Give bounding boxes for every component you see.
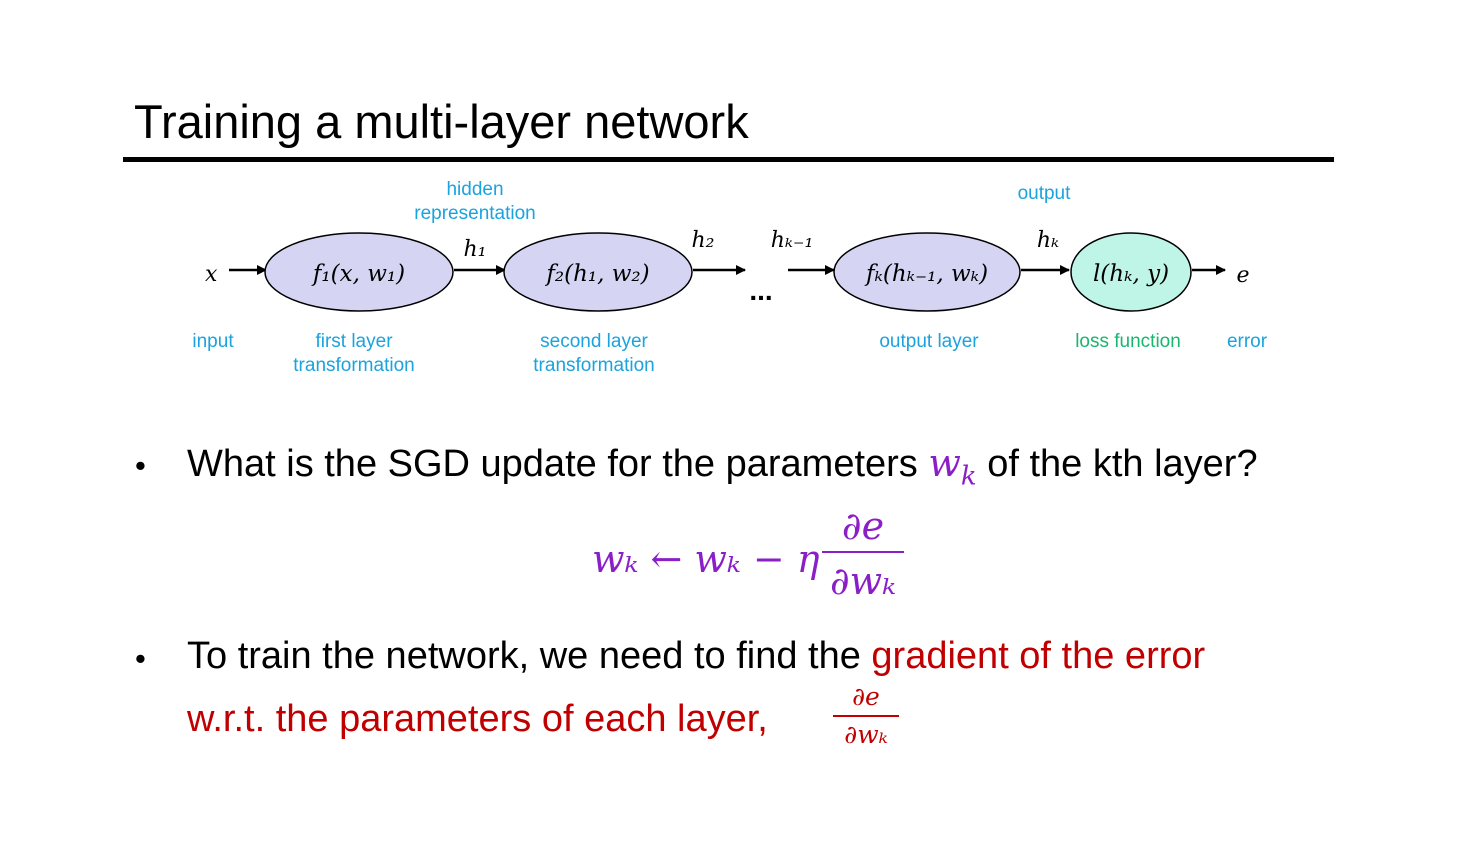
inline-gradient-fraction: ∂e ∂wₖ (833, 682, 899, 750)
edge-label-h1: h₁ (464, 237, 487, 262)
edge-label-hK-minus-1: hₖ₋₁ (771, 228, 814, 253)
bullet-1-text: What is the SGD update for the parameter… (187, 432, 1258, 508)
equation-fraction-bar (822, 551, 904, 553)
caption-f1-line2: transformation (293, 355, 414, 376)
equation-denominator: ∂wₖ (829, 559, 897, 603)
bullet-2-line-2: w.r.t. the parameters of each layer, (187, 698, 768, 740)
bullet-2-red-1: gradient of the error (871, 635, 1206, 677)
bullet-1-var: wk (928, 441, 977, 492)
bullet-1-post: of the kth layer? (976, 443, 1258, 485)
equation-fraction: ∂e ∂wₖ (822, 505, 904, 605)
edge-label-hK: hₖ (1037, 228, 1059, 253)
caption-input: input (192, 331, 234, 352)
caption-hidden-line1: hidden (446, 179, 503, 200)
input-symbol: x (205, 262, 218, 287)
formula-f2: f₂(h₁, w₂) (544, 261, 649, 287)
sgd-update-equation: wₖ ← wₖ − η ∂e ∂wₖ (592, 505, 922, 615)
caption-loss-function: loss function (1075, 331, 1181, 352)
formula-f1: f₁(x, w₁) (311, 261, 405, 287)
caption-hidden-line2: representation (414, 203, 535, 224)
bullet-1-pre: What is the SGD update for the parameter… (187, 443, 929, 485)
caption-f1-line1: first layer (315, 331, 393, 352)
caption-f2-line1: second layer (540, 331, 648, 352)
equation-numerator: ∂e (841, 504, 885, 548)
error-symbol: e (1236, 263, 1249, 288)
formula-loss: l(hₖ, y) (1093, 261, 1169, 287)
bullet-marker-1: • (135, 448, 146, 483)
bullet-marker-2: • (135, 641, 146, 676)
caption-error: error (1227, 331, 1268, 352)
bullet-2-line-1: To train the network, we need to find th… (187, 625, 1205, 687)
caption-output: output (1018, 183, 1072, 204)
bullet-2-pre: To train the network, we need to find th… (187, 635, 872, 677)
network-diagram: x f₁(x, w₁) f₂(h₁, w₂) fₖ(hₖ₋₁, wₖ) l(hₖ… (192, 179, 1268, 376)
caption-output-layer: output layer (879, 331, 979, 352)
formula-fK: fₖ(hₖ₋₁, wₖ) (864, 261, 988, 287)
inline-fraction-denominator: ∂wₖ (844, 720, 888, 749)
layers-ellipsis: ... (749, 275, 772, 306)
equation-lhs: wₖ ← wₖ − η (592, 537, 820, 581)
inline-fraction-bar (833, 715, 899, 717)
caption-f2-line2: transformation (533, 355, 654, 376)
edge-label-h2: h₂ (692, 228, 715, 253)
inline-fraction-numerator: ∂e (852, 682, 880, 711)
